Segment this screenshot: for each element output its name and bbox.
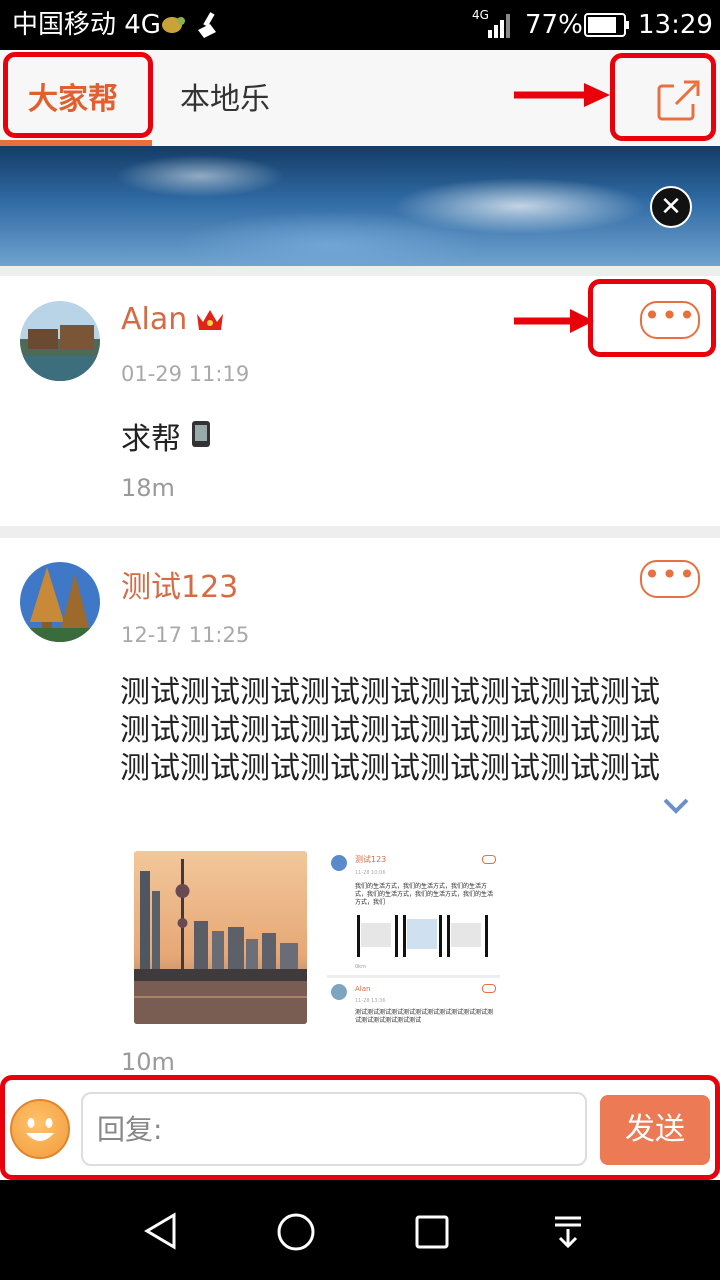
thumb-username: 测试123 (355, 855, 387, 864)
thumb-text: 我们的生活方式，我们的生活方式，我们的生活方式，我们的生活方式，我们的生活方式，… (355, 883, 494, 906)
notifications-pull-icon[interactable] (552, 1214, 584, 1250)
post-image-screenshot[interactable]: 测试123 11-28 10:06 我们的生活方式，我们的生活方式，我们的生活方… (327, 851, 500, 1024)
post-username[interactable]: Alan (121, 302, 187, 337)
thumb-username: Alan (355, 985, 371, 993)
post-timestamp: 12-17 11:25 (121, 623, 250, 647)
chevron-down-icon[interactable] (662, 796, 690, 816)
post-distance: 18m (121, 474, 175, 502)
home-icon[interactable] (276, 1212, 316, 1252)
post-text-line: 测试测试测试测试测试测试测试测试测试 (120, 675, 660, 710)
close-icon[interactable]: ✕ (650, 186, 692, 228)
cleaner-icon (196, 10, 220, 40)
thumb-divider (327, 975, 500, 978)
pointer-arrow-more (514, 309, 594, 333)
status-bar: 中国移动 4G 4G 77% 13:29 (0, 0, 720, 50)
thumb-avatar (331, 855, 347, 871)
highlight-box-share (610, 53, 716, 141)
divider (0, 526, 720, 538)
back-icon[interactable] (142, 1212, 180, 1250)
post-text: 测试测试测试测试测试测试测试测试测试 测试测试测试测试测试测试测试测试测试 测试… (120, 674, 700, 788)
avatar[interactable] (20, 562, 100, 642)
system-nav-bar (0, 1180, 720, 1280)
post-card: 测试123 12-17 11:25 ••• 测试测试测试测试测试测试测试测试测试… (0, 538, 720, 1075)
banner-image[interactable]: ✕ (0, 146, 720, 266)
tab-bendile[interactable]: 本地乐 (180, 72, 270, 128)
recents-icon[interactable] (414, 1214, 450, 1250)
carrier-label: 中国移动 4G (12, 10, 161, 40)
post-image-skyline[interactable] (134, 851, 307, 1024)
turtle-app-icon (160, 12, 186, 36)
divider (0, 266, 720, 276)
reply-bar: 发送 (0, 1075, 720, 1180)
pointer-arrow-header (514, 83, 610, 107)
thumb-distance: 0km (355, 964, 366, 970)
top-tab-bar: 大家帮 本地乐 (0, 50, 720, 146)
post-text: 求帮 (121, 422, 181, 457)
post-distance: 10m (121, 1048, 175, 1075)
avatar[interactable] (20, 301, 100, 381)
post-text-line: 测试测试测试测试测试测试测试测试测试 (120, 751, 660, 786)
phone-emoji-icon (190, 420, 212, 448)
highlight-box-more (588, 279, 716, 357)
clock: 13:29 (638, 10, 713, 40)
highlight-box-reply (0, 1075, 720, 1180)
signal-icon (486, 12, 512, 38)
thumb-timestamp: 11-28 13:36 (355, 998, 386, 1004)
thumb-more-icon (482, 855, 496, 864)
battery-percent: 77% (525, 10, 583, 40)
more-dots-icon[interactable]: ••• (640, 560, 700, 598)
post-card: Alan 01-29 11:19 ••• 求帮 18m (0, 276, 720, 526)
post-timestamp: 01-29 11:19 (121, 362, 250, 386)
thumb-timestamp: 11-28 10:06 (355, 870, 386, 876)
highlight-box-tab (3, 52, 153, 138)
crown-icon (194, 306, 226, 334)
thumb-text: 测试测试测试测试测试测试测试测试测试测试测试测试测试测试测试测试测试 (355, 1009, 494, 1024)
post-username[interactable]: 测试123 (121, 562, 238, 606)
thumb-more-icon (482, 984, 496, 993)
thumb-avatar (331, 984, 347, 1000)
post-text-line: 测试测试测试测试测试测试测试测试测试 (120, 713, 660, 748)
thumb-images (355, 915, 495, 957)
battery-icon (584, 12, 630, 38)
